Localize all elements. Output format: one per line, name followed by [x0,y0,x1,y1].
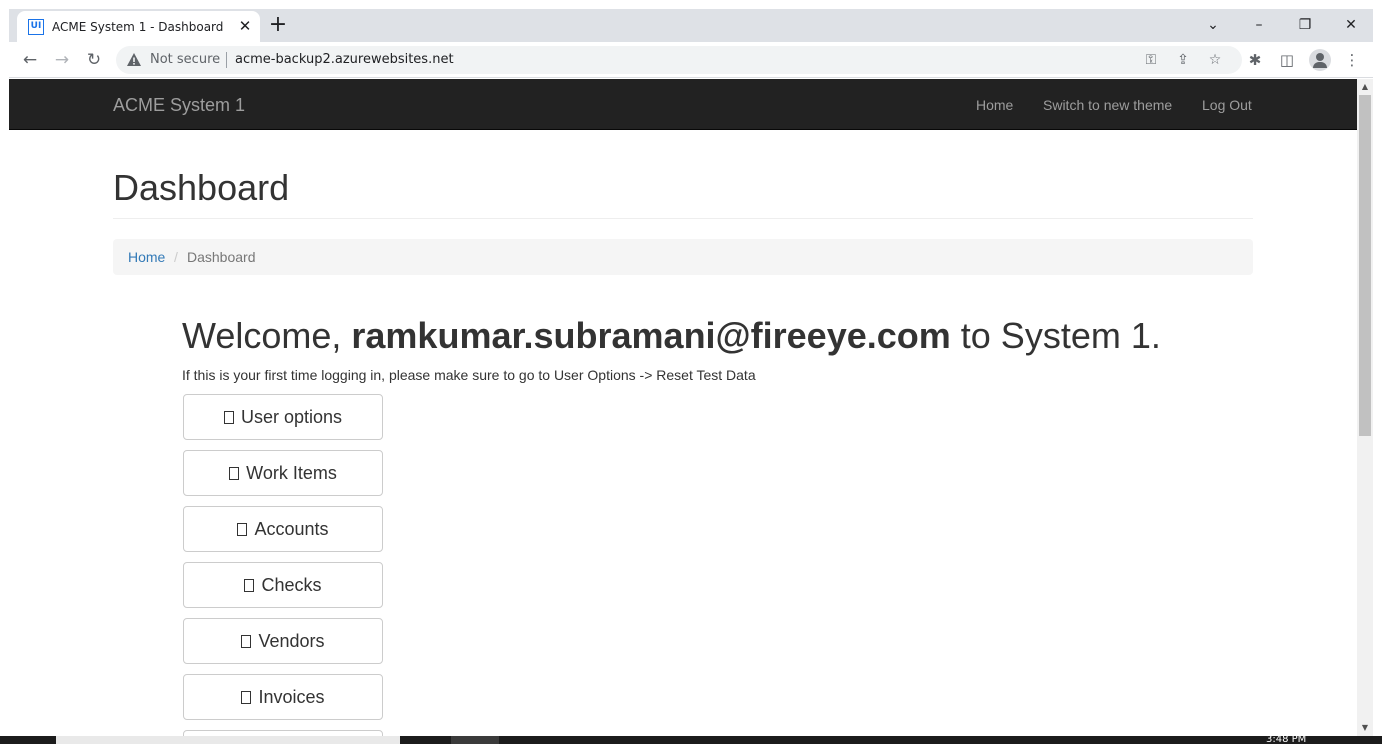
scroll-up-icon[interactable]: ▲ [1360,82,1370,92]
os-taskbar: 3:48 PM [0,734,1382,745]
warning-icon [127,53,141,66]
scroll-down-icon[interactable]: ▼ [1360,723,1370,733]
nav-switch-theme-link[interactable]: Switch to new theme [1043,97,1172,113]
accounts-icon [237,522,248,536]
page-title: Dashboard [113,167,290,208]
taskbar-app-icon[interactable] [451,736,499,744]
scrollbar-thumb[interactable] [1359,95,1371,436]
reload-icon[interactable]: ↻ [83,49,105,71]
button-label: Work Items [246,462,337,483]
tab-strip: UI ACME System 1 - Dashboard ✕ + ⌄ – ❐ ✕ [9,9,1373,42]
close-tab-icon[interactable]: ✕ [236,17,254,35]
omnibox-divider [226,52,227,68]
nav-logout-link[interactable]: Log Out [1202,97,1252,113]
nav-home-link[interactable]: Home [976,97,1013,113]
breadcrumb-separator: / [174,249,178,265]
share-icon[interactable]: ⇪ [1174,51,1192,69]
key-icon[interactable]: ⚿ [1142,51,1160,69]
forward-icon[interactable]: → [51,49,73,71]
extensions-icon[interactable]: ✱ [1245,50,1265,70]
button-label: Vendors [258,630,325,651]
star-icon[interactable]: ☆ [1206,51,1224,69]
close-window-icon[interactable]: ✕ [1336,14,1366,36]
url-text[interactable]: acme-backup2.azurewebsites.net [235,52,454,67]
user-options-button[interactable]: User options [183,394,383,440]
checks-button[interactable]: Checks [183,562,383,608]
invoices-button[interactable]: Invoices [183,674,383,720]
favicon-icon: UI [28,19,44,35]
work-items-button[interactable]: Work Items [183,450,383,496]
security-label[interactable]: Not secure [150,52,220,67]
welcome-heading: Welcome, ramkumar.subramani@fireeye.com … [182,315,1161,357]
tab-search-icon[interactable]: ⌄ [1198,14,1228,36]
side-panel-icon[interactable]: ◫ [1277,50,1297,70]
accounts-button[interactable]: Accounts [183,506,383,552]
button-label: Checks [261,574,322,595]
minimize-icon[interactable]: – [1244,14,1274,36]
page-scrollbar[interactable]: ▲ ▼ [1357,79,1373,736]
browser-toolbar: ← → ↻ Not secure acme-backup2.azurewebsi… [9,42,1373,78]
first-login-note: If this is your first time logging in, p… [182,367,756,383]
breadcrumb: Home / Dashboard [113,239,1253,275]
breadcrumb-home-link[interactable]: Home [128,249,165,265]
checks-icon [244,578,255,592]
browser-tab[interactable]: UI ACME System 1 - Dashboard ✕ [17,11,260,42]
button-label: User options [240,406,343,427]
new-tab-icon[interactable]: + [267,14,289,36]
taskbar-clock: 3:48 PM [1266,734,1307,745]
back-icon[interactable]: ← [19,49,41,71]
welcome-user: ramkumar.subramani@fireeye.com [351,315,951,356]
web-page: ACME System 1 Home Switch to new theme L… [9,79,1357,736]
restore-icon[interactable]: ❐ [1290,14,1320,36]
button-label: Accounts [254,518,329,539]
invoices-icon [241,690,252,704]
site-navbar: ACME System 1 Home Switch to new theme L… [9,79,1357,130]
button-label: Invoices [258,686,325,707]
tab-title: ACME System 1 - Dashboard [52,20,224,34]
breadcrumb-current: Dashboard [187,249,256,265]
profile-icon[interactable] [1309,49,1331,71]
title-divider [113,218,1253,219]
vendors-icon [241,634,252,648]
address-bar[interactable]: Not secure acme-backup2.azurewebsites.ne… [116,46,1242,74]
vendors-button[interactable]: Vendors [183,618,383,664]
user-options-icon [223,410,234,424]
menu-icon[interactable]: ⋮ [1342,50,1362,70]
welcome-prefix: Welcome, [182,315,352,356]
taskbar-search-box[interactable] [56,736,400,744]
brand-link[interactable]: ACME System 1 [113,95,245,116]
work-items-icon [229,466,240,480]
browser-window: UI ACME System 1 - Dashboard ✕ + ⌄ – ❐ ✕… [9,9,1373,744]
welcome-suffix: to System 1. [950,315,1161,356]
